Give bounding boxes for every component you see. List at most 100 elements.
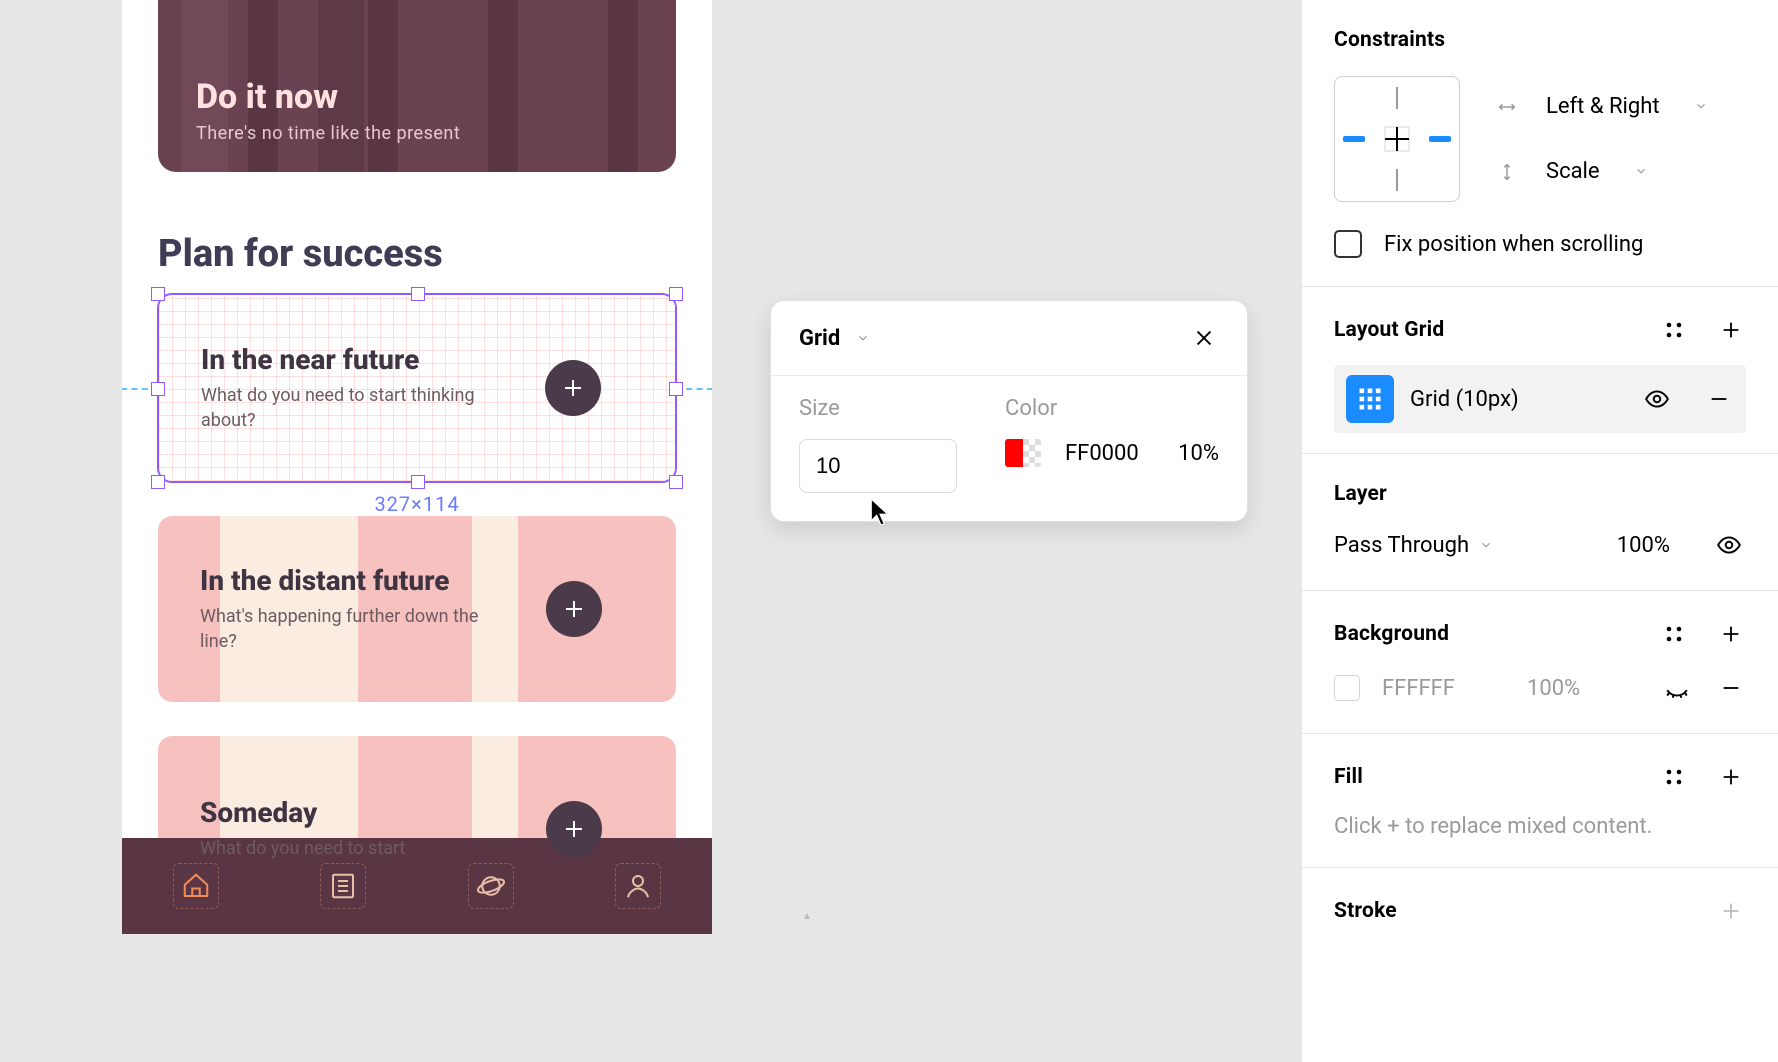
planet-icon	[476, 871, 506, 901]
card-distant-future[interactable]: In the distant future What's happening f…	[158, 516, 676, 702]
properties-panel: Constraints Left & Right	[1301, 0, 1778, 1062]
hero-title: Do it now	[196, 77, 460, 117]
size-label: Size	[799, 396, 957, 421]
chevron-down-icon	[856, 331, 870, 345]
vertical-constraint-value: Scale	[1546, 159, 1600, 184]
layout-grid-styles-button[interactable]	[1660, 316, 1688, 344]
fill-placeholder: Click + to replace mixed content.	[1334, 814, 1746, 839]
chevron-down-icon	[1634, 164, 1648, 178]
card-subtitle: What's happening further down the line?	[200, 605, 500, 654]
color-label: Color	[1005, 396, 1219, 421]
resize-handle[interactable]	[411, 475, 425, 489]
fill-title: Fill	[1334, 765, 1363, 789]
add-fill-button[interactable]	[1716, 762, 1746, 792]
resize-handle[interactable]	[151, 382, 165, 396]
tab-list[interactable]	[320, 863, 366, 909]
card-title: Someday	[200, 796, 405, 829]
plus-icon	[562, 597, 586, 621]
vertical-arrow-icon	[1496, 161, 1518, 183]
grid-type-icon[interactable]	[1346, 375, 1394, 423]
hero-subtitle: There's no time like the present	[196, 123, 460, 144]
add-button[interactable]	[546, 581, 602, 637]
selection-dimensions: 327×114	[374, 492, 459, 516]
horizontal-constraint-value: Left & Right	[1546, 94, 1660, 119]
add-layout-grid-button[interactable]	[1716, 315, 1746, 345]
minus-icon	[1708, 388, 1730, 410]
blend-mode-value: Pass Through	[1334, 533, 1469, 558]
add-button[interactable]	[546, 801, 602, 857]
constraints-widget[interactable]	[1334, 76, 1460, 202]
grid-type-dropdown[interactable]	[856, 326, 870, 351]
stroke-title: Stroke	[1334, 899, 1397, 923]
section-heading: Plan for success	[158, 232, 676, 276]
fix-position-checkbox[interactable]	[1334, 230, 1362, 258]
toggle-grid-visibility-button[interactable]	[1640, 382, 1674, 416]
layer-visibility-button[interactable]	[1712, 528, 1746, 562]
constraints-section: Constraints Left & Right	[1302, 0, 1778, 287]
four-dots-icon	[1664, 320, 1684, 340]
resize-handle[interactable]	[669, 287, 683, 301]
layout-grid-row-label: Grid (10px)	[1410, 387, 1624, 412]
card-title: In the near future	[201, 343, 501, 376]
hero-card: Do it now There's no time like the prese…	[158, 0, 676, 172]
minus-icon	[1720, 677, 1742, 699]
remove-background-button[interactable]	[1716, 673, 1746, 703]
background-section: Background FFFFFF 100%	[1302, 591, 1778, 734]
mobile-artboard: Do it now There's no time like the prese…	[122, 0, 712, 934]
grid-color-hex[interactable]: FF0000	[1065, 441, 1139, 466]
resize-handle[interactable]	[411, 287, 425, 301]
card-near-future[interactable]: In the near future What do you need to s…	[158, 294, 676, 482]
design-canvas[interactable]: Do it now There's no time like the prese…	[0, 0, 1302, 1062]
background-swatch[interactable]	[1334, 675, 1360, 701]
fix-position-label: Fix position when scrolling	[1384, 232, 1643, 257]
background-opacity[interactable]: 100%	[1527, 676, 1580, 701]
resize-handle[interactable]	[151, 287, 165, 301]
card-subtitle: What do you need to start	[200, 837, 405, 861]
tab-explore[interactable]	[468, 863, 514, 909]
vertical-constraint-select[interactable]: Scale	[1496, 159, 1746, 184]
background-visibility-button[interactable]	[1660, 671, 1694, 705]
grid-icon	[1356, 385, 1384, 413]
horizontal-constraint-select[interactable]: Left & Right	[1496, 94, 1746, 119]
layer-title: Layer	[1334, 482, 1746, 506]
resize-handle[interactable]	[151, 475, 165, 489]
add-background-button[interactable]	[1716, 619, 1746, 649]
fill-styles-button[interactable]	[1660, 763, 1688, 791]
grid-color-swatch[interactable]	[1005, 439, 1041, 467]
tab-home[interactable]	[173, 863, 219, 909]
background-styles-button[interactable]	[1660, 620, 1688, 648]
eye-icon	[1716, 532, 1742, 558]
constraints-center-icon	[1377, 119, 1417, 159]
resize-handle[interactable]	[669, 475, 683, 489]
card-title: In the distant future	[200, 564, 500, 597]
horizontal-arrow-icon	[1496, 96, 1518, 118]
layout-grid-title: Layout Grid	[1334, 318, 1444, 342]
layer-opacity-input[interactable]: 100%	[1617, 533, 1670, 558]
popover-title: Grid	[799, 326, 840, 351]
close-button[interactable]	[1189, 323, 1219, 353]
plus-icon	[1720, 623, 1742, 645]
card-subtitle: What do you need to start thinking about…	[201, 384, 501, 433]
layout-grid-section: Layout Grid Grid (10px)	[1302, 287, 1778, 454]
eye-closed-icon	[1664, 675, 1690, 701]
layer-section: Layer Pass Through 100%	[1302, 454, 1778, 591]
plus-icon	[1720, 766, 1742, 788]
panel-collapse-icon[interactable]: ▴	[804, 908, 810, 922]
add-button[interactable]	[545, 360, 601, 416]
background-title: Background	[1334, 622, 1449, 646]
tab-profile[interactable]	[615, 863, 661, 909]
plus-icon	[561, 376, 585, 400]
fill-section: Fill Click + to replace mixed content.	[1302, 734, 1778, 868]
user-icon	[623, 871, 653, 901]
selected-frame[interactable]: In the near future What do you need to s…	[158, 294, 676, 482]
resize-handle[interactable]	[669, 382, 683, 396]
constraints-title: Constraints	[1334, 28, 1746, 52]
layout-grid-row[interactable]: Grid (10px)	[1334, 365, 1746, 433]
grid-color-opacity[interactable]: 10%	[1178, 441, 1219, 466]
remove-layout-grid-button[interactable]	[1704, 384, 1734, 414]
stroke-section: Stroke	[1302, 868, 1778, 954]
grid-size-input[interactable]	[799, 439, 957, 493]
blend-mode-select[interactable]: Pass Through	[1334, 533, 1493, 558]
background-hex[interactable]: FFFFFF	[1382, 676, 1455, 701]
add-stroke-button[interactable]	[1716, 896, 1746, 926]
